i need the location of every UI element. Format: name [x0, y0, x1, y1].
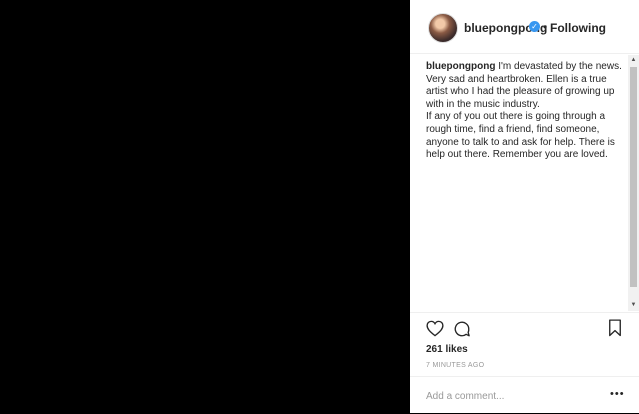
post-media[interactable] [0, 0, 410, 413]
caption: bluepongpong I'm devastated by the news.… [426, 61, 622, 162]
scrollbar-thumb[interactable] [630, 67, 637, 287]
likes-count[interactable]: 261 likes [426, 344, 468, 355]
post-actions: 261 likes 7 MINUTES AGO ••• [410, 312, 639, 413]
post-header: bluepongpong ✓ • Following [410, 0, 639, 54]
comments-scrollbar[interactable]: ▲ ▼ [628, 55, 639, 311]
caption-text-2: If any of you out there is going through… [426, 111, 615, 161]
post-side-panel: bluepongpong ✓ • Following bluepongpong … [410, 0, 639, 413]
comments-area: bluepongpong I'm devastated by the news.… [410, 55, 639, 311]
comment-input[interactable] [424, 385, 598, 407]
add-comment-bar: ••• [410, 376, 639, 414]
avatar[interactable] [428, 13, 458, 43]
scroll-down-arrow-icon[interactable]: ▼ [628, 300, 639, 311]
bookmark-icon[interactable] [608, 319, 622, 342]
comment-icon[interactable] [453, 320, 471, 343]
separator-dot: • [543, 20, 548, 34]
more-options-icon[interactable]: ••• [610, 388, 625, 400]
post-timestamp[interactable]: 7 MINUTES AGO [426, 362, 484, 369]
following-button[interactable]: Following [550, 21, 606, 35]
caption-username[interactable]: bluepongpong [426, 61, 495, 72]
heart-icon[interactable] [426, 320, 444, 342]
verified-icon: ✓ [529, 21, 540, 32]
scroll-up-arrow-icon[interactable]: ▲ [628, 55, 639, 66]
